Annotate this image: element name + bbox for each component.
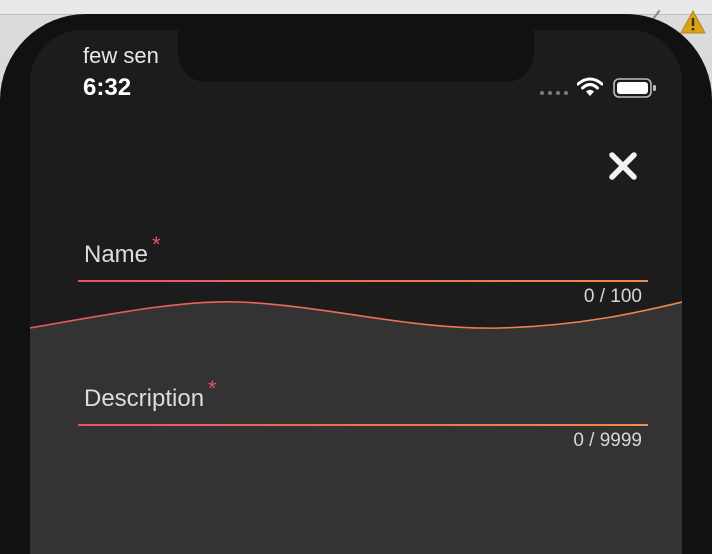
- app-screen: few sen 6:32 Name * 0 / 100 Description …: [30, 30, 682, 554]
- close-button[interactable]: [603, 146, 643, 186]
- description-input[interactable]: [78, 374, 652, 426]
- close-icon: [609, 152, 637, 180]
- wifi-icon: [577, 77, 603, 96]
- status-bar: few sen 6:32: [30, 30, 682, 110]
- battery-icon: [613, 78, 656, 98]
- wave-panel: [30, 300, 682, 554]
- warning-icon[interactable]: [680, 10, 706, 34]
- description-underline: [78, 424, 648, 426]
- name-input[interactable]: [78, 230, 652, 282]
- name-underline: [78, 280, 648, 282]
- device-notch: [178, 30, 534, 82]
- device-frame: few sen 6:32 Name * 0 / 100 Description …: [0, 14, 712, 554]
- host-toolbar: [0, 0, 712, 15]
- description-character-counter: 0 / 9999: [573, 430, 642, 451]
- carrier-label: few sen: [83, 43, 159, 68]
- status-time: 6:32: [83, 74, 132, 101]
- signal-dots-icon: [540, 91, 568, 95]
